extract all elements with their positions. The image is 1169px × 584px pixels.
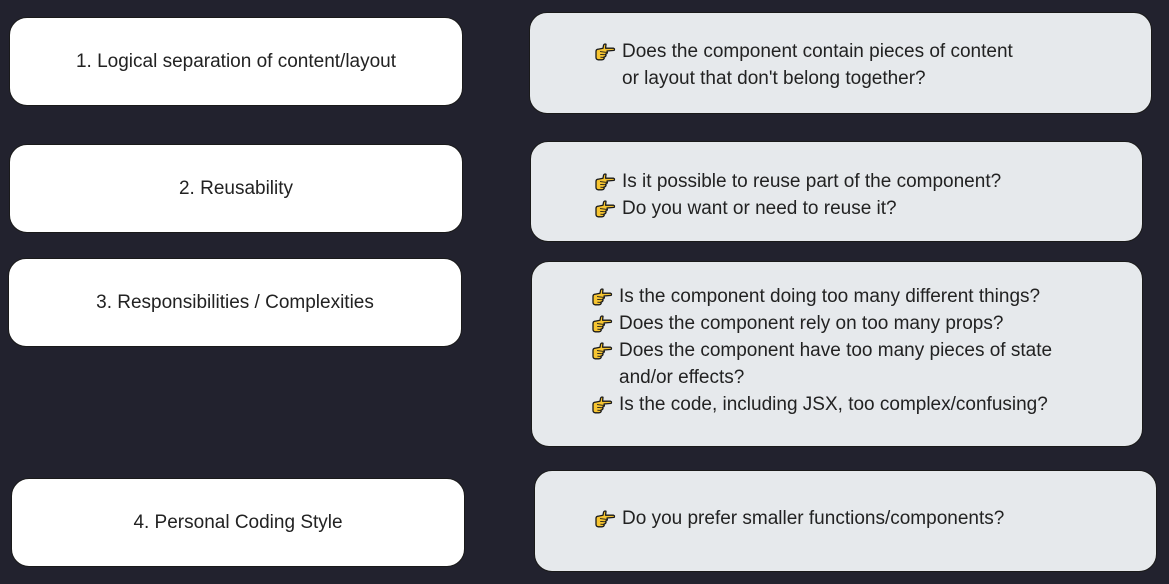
question-item: Does the component rely on too many prop… bbox=[591, 310, 1142, 337]
question-text: Do you want or need to reuse it? bbox=[622, 198, 897, 219]
questions-card-responsibilities: Is the component doing too many differen… bbox=[531, 261, 1143, 447]
questions-card-reusability: Is it possible to reuse part of the comp… bbox=[530, 141, 1143, 242]
pointing-hand-icon bbox=[595, 43, 616, 61]
criterion-card-logical-separation: 1. Logical separation of content/layout bbox=[9, 17, 463, 106]
question-item: Do you want or need to reuse it? bbox=[594, 195, 1142, 222]
question-item: Is the component doing too many differen… bbox=[591, 283, 1142, 310]
pointing-hand-icon bbox=[592, 315, 613, 333]
questions-card-personal-style: Do you prefer smaller functions/componen… bbox=[534, 470, 1157, 572]
question-text: Does the component contain pieces of con… bbox=[622, 41, 1013, 89]
criterion-card-responsibilities: 3. Responsibilities / Complexities bbox=[8, 258, 462, 347]
question-text: Is it possible to reuse part of the comp… bbox=[622, 171, 1002, 192]
criterion-card-reusability: 2. Reusability bbox=[9, 144, 463, 233]
question-text: Does the component have too many pieces … bbox=[619, 340, 1053, 388]
pointing-hand-icon bbox=[592, 342, 613, 360]
question-text: Does the component rely on too many prop… bbox=[619, 313, 1004, 334]
question-text: Is the component doing too many differen… bbox=[619, 286, 1041, 307]
criterion-card-personal-style: 4. Personal Coding Style bbox=[11, 478, 465, 567]
criterion-label: 3. Responsibilities / Complexities bbox=[96, 291, 374, 313]
pointing-hand-icon bbox=[592, 396, 613, 414]
question-text: Do you prefer smaller functions/componen… bbox=[622, 508, 1005, 529]
pointing-hand-icon bbox=[595, 200, 616, 218]
question-item: Do you prefer smaller functions/componen… bbox=[594, 505, 1156, 532]
pointing-hand-icon bbox=[592, 288, 613, 306]
pointing-hand-icon bbox=[595, 173, 616, 191]
criterion-label: 2. Reusability bbox=[178, 177, 294, 199]
question-item: Is it possible to reuse part of the comp… bbox=[594, 168, 1142, 195]
pointing-hand-icon bbox=[595, 510, 616, 528]
criterion-label: 4. Personal Coding Style bbox=[133, 511, 343, 533]
question-item: Does the component have too many pieces … bbox=[591, 337, 1142, 391]
question-item: Does the component contain pieces of con… bbox=[594, 38, 1151, 92]
questions-card-logical-separation: Does the component contain pieces of con… bbox=[529, 12, 1152, 114]
criterion-label: 1. Logical separation of content/layout bbox=[75, 50, 397, 72]
question-text: Is the code, including JSX, too complex/… bbox=[619, 394, 1048, 415]
question-item: Is the code, including JSX, too complex/… bbox=[591, 391, 1142, 418]
